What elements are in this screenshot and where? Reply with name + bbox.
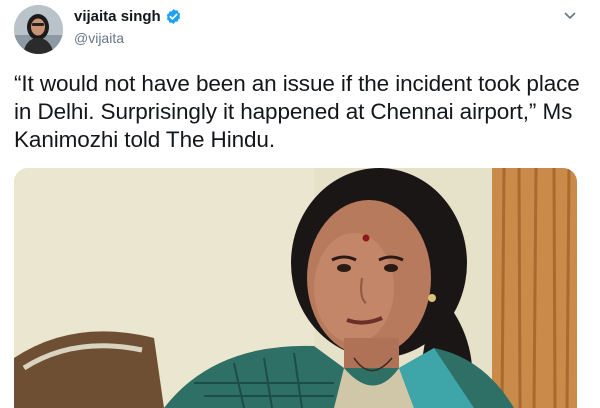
display-name[interactable]: vijaita singh [74, 8, 161, 25]
avatar[interactable] [14, 5, 63, 54]
author-row: vijaita singh [74, 8, 182, 25]
tweet-photo[interactable] [14, 168, 577, 408]
verified-badge-icon [165, 8, 182, 25]
tweet-card: vijaita singh @vijaita “It would not hav… [0, 0, 600, 408]
tweet-text: “It would not have been an issue if the … [14, 71, 580, 152]
chevron-down-icon[interactable] [562, 8, 578, 24]
handle[interactable]: @vijaita [74, 30, 124, 46]
